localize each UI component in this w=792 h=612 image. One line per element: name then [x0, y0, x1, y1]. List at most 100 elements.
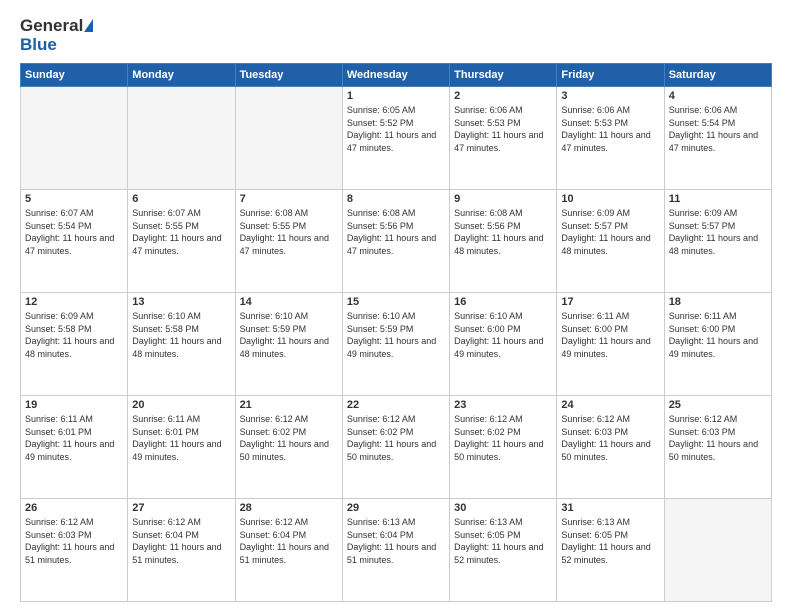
day-number: 16: [454, 296, 552, 308]
day-number: 22: [347, 399, 445, 411]
day-info: Sunrise: 6:13 AMSunset: 6:05 PMDaylight:…: [454, 516, 552, 566]
calendar-cell: 27 Sunrise: 6:12 AMSunset: 6:04 PMDayligh…: [128, 499, 235, 602]
day-number: 10: [561, 193, 659, 205]
calendar-week-5: 26 Sunrise: 6:12 AMSunset: 6:03 PMDayligh…: [21, 499, 772, 602]
calendar-cell: 10 Sunrise: 6:09 AMSunset: 5:57 PMDayligh…: [557, 190, 664, 293]
day-number: 7: [240, 193, 338, 205]
day-info: Sunrise: 6:12 AMSunset: 6:04 PMDaylight:…: [132, 516, 230, 566]
day-info: Sunrise: 6:05 AMSunset: 5:52 PMDaylight:…: [347, 104, 445, 154]
day-info: Sunrise: 6:09 AMSunset: 5:57 PMDaylight:…: [561, 207, 659, 257]
calendar-cell: 26 Sunrise: 6:12 AMSunset: 6:03 PMDayligh…: [21, 499, 128, 602]
calendar-cell: 21 Sunrise: 6:12 AMSunset: 6:02 PMDayligh…: [235, 396, 342, 499]
day-number: 14: [240, 296, 338, 308]
day-number: 3: [561, 90, 659, 102]
calendar-header-thursday: Thursday: [450, 64, 557, 87]
day-number: 29: [347, 502, 445, 514]
calendar-header-sunday: Sunday: [21, 64, 128, 87]
header: General Blue: [20, 16, 772, 53]
day-info: Sunrise: 6:08 AMSunset: 5:56 PMDaylight:…: [347, 207, 445, 257]
calendar-cell: 5 Sunrise: 6:07 AMSunset: 5:54 PMDaylight…: [21, 190, 128, 293]
day-info: Sunrise: 6:10 AMSunset: 5:59 PMDaylight:…: [347, 310, 445, 360]
calendar-week-1: 1 Sunrise: 6:05 AMSunset: 5:52 PMDaylight…: [21, 87, 772, 190]
calendar-cell: 18 Sunrise: 6:11 AMSunset: 6:00 PMDayligh…: [664, 293, 771, 396]
day-number: 2: [454, 90, 552, 102]
day-number: 5: [25, 193, 123, 205]
calendar-cell: 4 Sunrise: 6:06 AMSunset: 5:54 PMDaylight…: [664, 87, 771, 190]
day-info: Sunrise: 6:10 AMSunset: 5:59 PMDaylight:…: [240, 310, 338, 360]
calendar-header-friday: Friday: [557, 64, 664, 87]
logo-triangle-icon: [84, 19, 93, 32]
day-number: 13: [132, 296, 230, 308]
day-number: 30: [454, 502, 552, 514]
day-info: Sunrise: 6:13 AMSunset: 6:05 PMDaylight:…: [561, 516, 659, 566]
day-info: Sunrise: 6:07 AMSunset: 5:54 PMDaylight:…: [25, 207, 123, 257]
calendar-cell: 9Sunrise: 6:08 AMSunset: 5:56 PMDaylight…: [450, 190, 557, 293]
calendar-cell: 31 Sunrise: 6:13 AMSunset: 6:05 PMDayligh…: [557, 499, 664, 602]
day-number: 19: [25, 399, 123, 411]
calendar-cell: 7 Sunrise: 6:08 AMSunset: 5:55 PMDaylight…: [235, 190, 342, 293]
day-info: Sunrise: 6:12 AMSunset: 6:02 PMDaylight:…: [240, 413, 338, 463]
day-info: Sunrise: 6:12 AMSunset: 6:03 PMDaylight:…: [669, 413, 767, 463]
day-info: Sunrise: 6:06 AMSunset: 5:54 PMDaylight:…: [669, 104, 767, 154]
calendar-header-row: SundayMondayTuesdayWednesdayThursdayFrid…: [21, 64, 772, 87]
calendar-cell: 20Sunrise: 6:11 AMSunset: 6:01 PMDayligh…: [128, 396, 235, 499]
calendar-cell: 16 Sunrise: 6:10 AMSunset: 6:00 PMDayligh…: [450, 293, 557, 396]
logo: General Blue: [20, 16, 93, 53]
day-info: Sunrise: 6:12 AMSunset: 6:02 PMDaylight:…: [347, 413, 445, 463]
day-info: Sunrise: 6:06 AMSunset: 5:53 PMDaylight:…: [454, 104, 552, 154]
calendar-cell: 8 Sunrise: 6:08 AMSunset: 5:56 PMDaylight…: [342, 190, 449, 293]
day-number: 18: [669, 296, 767, 308]
day-info: Sunrise: 6:06 AMSunset: 5:53 PMDaylight:…: [561, 104, 659, 154]
day-number: 21: [240, 399, 338, 411]
day-number: 27: [132, 502, 230, 514]
calendar-cell: 12 Sunrise: 6:09 AMSunset: 5:58 PMDayligh…: [21, 293, 128, 396]
calendar-cell: 22 Sunrise: 6:12 AMSunset: 6:02 PMDayligh…: [342, 396, 449, 499]
calendar-cell: [235, 87, 342, 190]
logo-blue: Blue: [20, 36, 93, 53]
day-info: Sunrise: 6:12 AMSunset: 6:03 PMDaylight:…: [561, 413, 659, 463]
day-info: Sunrise: 6:07 AMSunset: 5:55 PMDaylight:…: [132, 207, 230, 257]
day-info: Sunrise: 6:10 AMSunset: 6:00 PMDaylight:…: [454, 310, 552, 360]
calendar-table: SundayMondayTuesdayWednesdayThursdayFrid…: [20, 63, 772, 602]
day-number: 8: [347, 193, 445, 205]
calendar-cell: [21, 87, 128, 190]
calendar-cell: 15 Sunrise: 6:10 AMSunset: 5:59 PMDayligh…: [342, 293, 449, 396]
day-info: Sunrise: 6:12 AMSunset: 6:03 PMDaylight:…: [25, 516, 123, 566]
day-info: Sunrise: 6:11 AMSunset: 6:01 PMDaylight:…: [132, 413, 230, 463]
calendar-cell: 23Sunrise: 6:12 AMSunset: 6:02 PMDayligh…: [450, 396, 557, 499]
calendar-cell: 29Sunrise: 6:13 AMSunset: 6:04 PMDayligh…: [342, 499, 449, 602]
day-number: 12: [25, 296, 123, 308]
day-number: 4: [669, 90, 767, 102]
day-info: Sunrise: 6:09 AMSunset: 5:58 PMDaylight:…: [25, 310, 123, 360]
calendar-cell: 13 Sunrise: 6:10 AMSunset: 5:58 PMDayligh…: [128, 293, 235, 396]
day-number: 15: [347, 296, 445, 308]
day-number: 28: [240, 502, 338, 514]
day-info: Sunrise: 6:09 AMSunset: 5:57 PMDaylight:…: [669, 207, 767, 257]
day-info: Sunrise: 6:08 AMSunset: 5:55 PMDaylight:…: [240, 207, 338, 257]
day-info: Sunrise: 6:12 AMSunset: 6:04 PMDaylight:…: [240, 516, 338, 566]
calendar-week-2: 5 Sunrise: 6:07 AMSunset: 5:54 PMDaylight…: [21, 190, 772, 293]
calendar-cell: 28 Sunrise: 6:12 AMSunset: 6:04 PMDayligh…: [235, 499, 342, 602]
day-info: Sunrise: 6:08 AMSunset: 5:56 PMDaylight:…: [454, 207, 552, 257]
day-number: 25: [669, 399, 767, 411]
day-number: 26: [25, 502, 123, 514]
day-number: 31: [561, 502, 659, 514]
day-info: Sunrise: 6:11 AMSunset: 6:00 PMDaylight:…: [669, 310, 767, 360]
calendar-cell: [664, 499, 771, 602]
day-number: 24: [561, 399, 659, 411]
day-info: Sunrise: 6:10 AMSunset: 5:58 PMDaylight:…: [132, 310, 230, 360]
calendar-cell: 25 Sunrise: 6:12 AMSunset: 6:03 PMDayligh…: [664, 396, 771, 499]
day-number: 11: [669, 193, 767, 205]
day-info: Sunrise: 6:12 AMSunset: 6:02 PMDaylight:…: [454, 413, 552, 463]
day-number: 1: [347, 90, 445, 102]
day-number: 6: [132, 193, 230, 205]
calendar-body: 1 Sunrise: 6:05 AMSunset: 5:52 PMDaylight…: [21, 87, 772, 602]
calendar-cell: 17Sunrise: 6:11 AMSunset: 6:00 PMDayligh…: [557, 293, 664, 396]
calendar-cell: 19 Sunrise: 6:11 AMSunset: 6:01 PMDayligh…: [21, 396, 128, 499]
day-info: Sunrise: 6:11 AMSunset: 6:01 PMDaylight:…: [25, 413, 123, 463]
calendar-header-tuesday: Tuesday: [235, 64, 342, 87]
logo-general: General: [20, 16, 83, 36]
calendar-header-monday: Monday: [128, 64, 235, 87]
calendar-cell: 6 Sunrise: 6:07 AMSunset: 5:55 PMDaylight…: [128, 190, 235, 293]
day-info: Sunrise: 6:11 AMSunset: 6:00 PMDaylight:…: [561, 310, 659, 360]
